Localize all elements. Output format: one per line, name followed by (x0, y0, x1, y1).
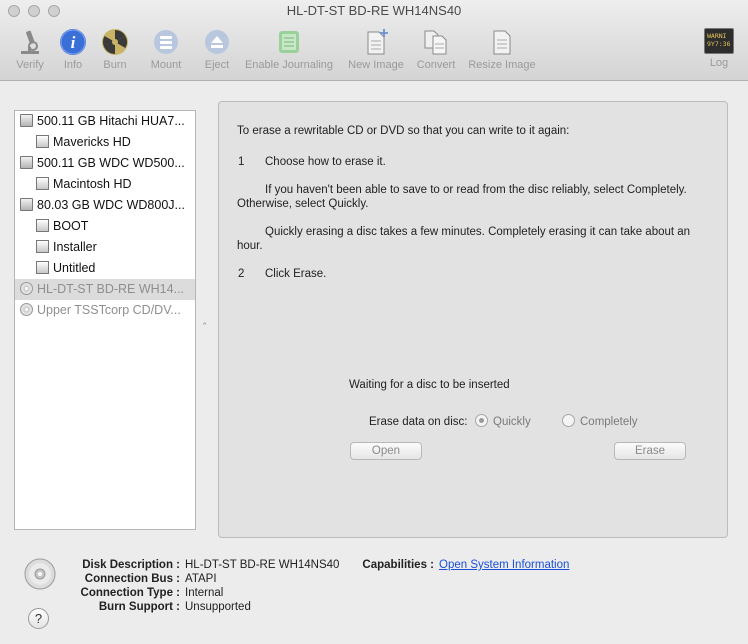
window-title: HL-DT-ST BD-RE WH14NS40 (286, 3, 462, 18)
enable-journaling-button[interactable]: Enable Journaling (240, 28, 338, 71)
erase-data-label: Erase data on disc: (369, 416, 468, 428)
open-system-information-link[interactable]: Open System Information (439, 559, 569, 571)
sidebar-item-boot[interactable]: BOOT (15, 216, 195, 237)
burn-label: Burn (103, 59, 127, 71)
resize-image-icon (493, 30, 511, 55)
volume-icon (36, 240, 49, 253)
eject-icon (205, 30, 229, 54)
step-1-text: Choose how to erase it. (265, 156, 386, 168)
help-button[interactable]: ? (28, 608, 49, 629)
optical-drive-icon (20, 282, 33, 295)
sidebar-item-label: Macintosh HD (53, 177, 132, 191)
connection-bus-value: ATAPI (185, 573, 217, 585)
verify-button[interactable]: Verify (10, 28, 50, 71)
mount-icon (154, 30, 178, 54)
step-1-number: 1 (238, 156, 245, 168)
journaling-icon (279, 31, 299, 53)
eject-label: Eject (204, 59, 230, 71)
resize-image-button[interactable]: Resize Image (464, 28, 540, 71)
sidebar-item-wdc800-drive[interactable]: 80.03 GB WDC WD800J... (15, 195, 195, 216)
hard-drive-icon (20, 198, 33, 211)
burn-radiation-icon (102, 29, 128, 55)
convert-button[interactable]: Convert (413, 28, 459, 71)
volume-icon (36, 135, 49, 148)
log-console-icon: WARNI 9Y7:36 (704, 28, 734, 54)
disk-description-label: Disk Description : (82, 559, 180, 571)
quickly-radio[interactable] (475, 414, 488, 427)
connection-type-label: Connection Type : (80, 587, 180, 599)
volume-icon (36, 261, 49, 274)
sidebar-item-label: Upper TSSTcorp CD/DV... (37, 303, 181, 317)
hard-drive-icon (20, 156, 33, 169)
erase-paragraph-reliability: If you haven't been able to save to or r… (237, 184, 687, 210)
step-2-text: Click Erase. (265, 268, 327, 280)
convert-label: Convert (416, 59, 456, 71)
sidebar-item-label: 80.03 GB WDC WD800J... (37, 198, 185, 212)
log-label: Log (709, 57, 729, 69)
erase-button[interactable]: Erase (614, 442, 686, 460)
svg-text:i: i (71, 33, 76, 52)
burn-button[interactable]: Burn (96, 28, 134, 71)
hard-drive-icon (20, 114, 33, 127)
burn-support-label: Burn Support : (98, 601, 180, 613)
resize-image-label: Resize Image (468, 59, 536, 71)
log-screen-text: WARNI 9Y7:36 (707, 32, 731, 48)
title-toolbar: HL-DT-ST BD-RE WH14NS40 Verify i Info Bu… (0, 0, 748, 81)
optical-drive-icon (20, 303, 33, 316)
log-button[interactable]: WARNI 9Y7:36 Log (700, 28, 738, 69)
erase-intro-text: To erase a rewritable CD or DVD so that … (237, 125, 570, 137)
optical-disc-icon (24, 558, 56, 590)
volume-icon (36, 219, 49, 232)
volume-icon (36, 177, 49, 190)
verify-label: Verify (16, 59, 44, 71)
new-image-button[interactable]: New Image (344, 28, 408, 71)
capabilities-label: Capabilities : (362, 559, 434, 571)
mount-button[interactable]: Mount (146, 28, 186, 71)
info-button[interactable]: i Info (55, 28, 91, 71)
connection-type-value: Internal (185, 587, 224, 599)
mount-label: Mount (150, 59, 182, 71)
disk-list-sidebar[interactable]: 500.11 GB Hitachi HUA7... Mavericks HD 5… (14, 110, 196, 530)
info-label: Info (63, 59, 83, 71)
sidebar-item-label: HL-DT-ST BD-RE WH14... (37, 282, 185, 296)
sidebar-item-label: Mavericks HD (53, 135, 131, 149)
sidebar-item-hl-dt-st-optical[interactable]: HL-DT-ST BD-RE WH14... (15, 279, 195, 300)
new-image-icon (367, 29, 388, 55)
convert-icon (424, 30, 447, 55)
sidebar-item-hitachi-drive[interactable]: 500.11 GB Hitachi HUA7... (15, 111, 195, 132)
disk-description-value: HL-DT-ST BD-RE WH14NS40 (185, 559, 340, 571)
erase-paragraph-duration: Quickly erasing a disc takes a few minut… (237, 226, 691, 252)
sidebar-item-tsstcorp-optical[interactable]: Upper TSSTcorp CD/DV... (15, 300, 195, 321)
connection-bus-label: Connection Bus : (84, 573, 180, 585)
disc-status-text: Waiting for a disc to be inserted (349, 379, 510, 391)
sidebar-item-installer[interactable]: Installer (15, 237, 195, 258)
sidebar-item-label: Installer (53, 240, 97, 254)
microscope-icon (21, 30, 39, 54)
sidebar-item-label: 500.11 GB Hitachi HUA7... (37, 114, 185, 128)
burn-support-value: Unsupported (185, 601, 251, 613)
open-button[interactable]: Open (350, 442, 422, 460)
info-icon: i (60, 29, 86, 55)
sidebar-item-macintosh-hd[interactable]: Macintosh HD (15, 174, 195, 195)
sidebar-item-wdc500-drive[interactable]: 500.11 GB WDC WD500... (15, 153, 195, 174)
eject-button[interactable]: Eject (198, 28, 236, 71)
enable-journaling-label: Enable Journaling (244, 59, 334, 71)
sidebar-item-label: Untitled (53, 261, 96, 275)
sidebar-item-label: BOOT (53, 219, 89, 233)
sidebar-item-untitled[interactable]: Untitled (15, 258, 195, 279)
step-2-number: 2 (238, 268, 245, 280)
disk-utility-window: HL-DT-ST BD-RE WH14NS40 Verify i Info Bu… (0, 0, 748, 644)
split-view-divider-handle[interactable]: ‸ (203, 314, 206, 325)
sidebar-item-label: 500.11 GB WDC WD500... (37, 156, 185, 170)
sidebar-item-mavericks-hd[interactable]: Mavericks HD (15, 132, 195, 153)
completely-radio-label: Completely (580, 416, 638, 428)
quickly-radio-label: Quickly (493, 416, 531, 428)
completely-radio[interactable] (562, 414, 575, 427)
new-image-label: New Image (348, 59, 404, 71)
